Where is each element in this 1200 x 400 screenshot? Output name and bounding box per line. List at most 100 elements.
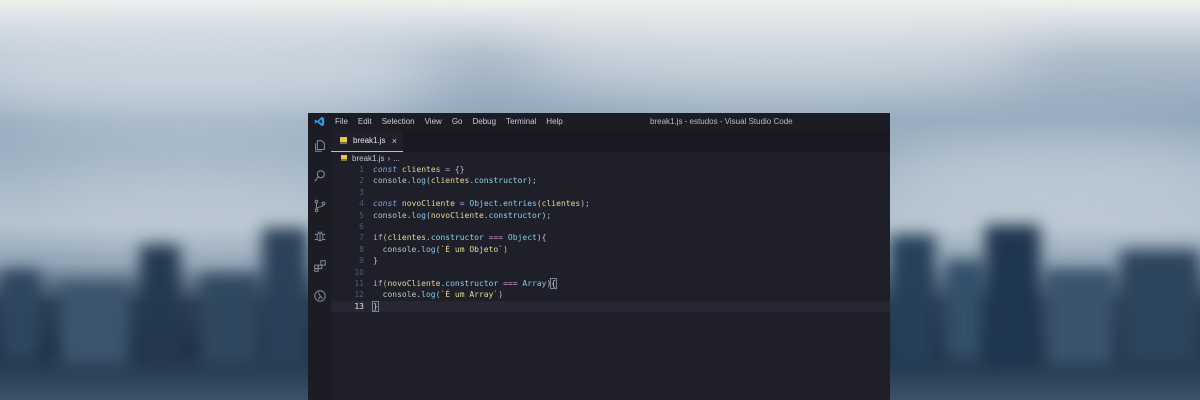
menu-edit[interactable]: Edit — [353, 117, 377, 126]
code-token: Object — [469, 199, 499, 209]
line-number: 13 — [354, 301, 364, 311]
menu-bar: File Edit Selection View Go Debug Termin… — [330, 117, 568, 126]
activity-bar — [308, 130, 331, 400]
line-number: 9 — [359, 256, 364, 266]
code-token: novoCliente — [401, 199, 455, 209]
code-line[interactable]: 5 console.log(novoCliente.constructor); — [331, 210, 890, 221]
line-code: console.log(clientes.constructor); — [373, 175, 537, 186]
code-line[interactable]: 7 if(clientes.constructor === Object){ — [331, 232, 890, 243]
code-token: ) — [503, 244, 508, 254]
code-token: ) — [498, 290, 504, 300]
code-token: `É um Objeto` — [440, 244, 504, 254]
menu-terminal[interactable]: Terminal — [501, 117, 541, 126]
menu-help[interactable]: Help — [541, 117, 567, 126]
code-token: constructor — [445, 279, 499, 288]
source-control-icon[interactable] — [311, 197, 328, 214]
line-number: 2 — [359, 176, 364, 186]
code-token: log — [411, 210, 426, 220]
line-number: 11 — [354, 279, 364, 288]
line-code: const clientes = {} — [373, 164, 465, 175]
code-token: constructor — [488, 210, 542, 220]
code-token: console. — [373, 290, 422, 300]
code-token: ); — [527, 176, 537, 186]
code-line[interactable]: 13} — [331, 300, 890, 313]
menu-debug[interactable]: Debug — [467, 117, 501, 126]
line-code: } — [373, 255, 378, 266]
code-token: log — [421, 244, 436, 254]
menu-view[interactable]: View — [420, 117, 447, 126]
breadcrumb-file[interactable]: break1.js — [352, 154, 384, 163]
code-token: log — [421, 290, 436, 300]
tab-break1-js[interactable]: break1.js × — [331, 130, 403, 152]
code-token: novoCliente — [387, 279, 441, 288]
line-number: 5 — [359, 210, 364, 220]
title-bar: File Edit Selection View Go Debug Termin… — [308, 113, 890, 130]
code-token: console. — [373, 176, 412, 186]
line-code: if(clientes.constructor === Object){ — [373, 232, 546, 243]
text-cursor — [377, 301, 379, 312]
code-token: { — [550, 278, 558, 289]
window-title: break1.js - estudos - Visual Studio Code — [650, 117, 793, 126]
menu-go[interactable]: Go — [447, 117, 468, 126]
code-line[interactable]: 9} — [331, 255, 890, 266]
code-token: ); — [541, 210, 552, 220]
line-code: if(novoCliente.constructor === Array){ — [373, 278, 558, 289]
remote-icon[interactable] — [311, 287, 328, 304]
search-icon[interactable] — [311, 167, 328, 184]
code-token: if — [373, 279, 383, 288]
code-line[interactable]: 4 const novoCliente = Object.entries(clie… — [331, 198, 890, 209]
line-number: 3 — [359, 187, 364, 197]
breadcrumb-more[interactable]: ... — [393, 154, 400, 163]
code-token: entries — [503, 199, 537, 209]
code-line[interactable]: 10 — [331, 267, 890, 278]
code-line[interactable]: 6 — [331, 221, 890, 232]
code-token: console. — [373, 210, 412, 220]
code-line[interactable]: 8 console.log(`É um Objeto`) — [331, 244, 890, 255]
code-token: === — [503, 279, 518, 288]
code-token: Object — [507, 233, 537, 243]
code-token: const — [373, 199, 398, 209]
code-line[interactable]: 1 const clientes = {} — [331, 164, 890, 175]
code-token: ); — [580, 199, 590, 209]
code-token: `É um Array` — [440, 290, 499, 300]
code-line[interactable]: 12 console.log(`É um Array`) — [331, 289, 890, 300]
code-line[interactable]: 2 console.log(clientes.constructor); — [331, 175, 890, 186]
code-token: constructor — [474, 176, 528, 186]
close-tab-icon[interactable]: × — [392, 136, 397, 146]
files-icon[interactable] — [311, 137, 328, 154]
line-number: 8 — [359, 244, 364, 254]
line-number: 6 — [359, 222, 364, 231]
line-code: console.log(novoCliente.constructor); — [373, 210, 551, 221]
code-token: if — [373, 233, 383, 243]
vscode-logo-icon — [308, 113, 330, 130]
code-line[interactable]: 3 — [331, 187, 890, 198]
code-token: clientes — [401, 165, 441, 174]
breadcrumb-separator: › — [387, 153, 391, 163]
code-line[interactable]: 11 if(novoCliente.constructor === Array){ — [331, 278, 890, 289]
extensions-icon[interactable] — [311, 257, 328, 274]
debug-icon[interactable] — [311, 227, 328, 244]
code-editor[interactable]: 1 const clientes = {} 2 console.log(cliente… — [331, 164, 890, 400]
code-token: === — [488, 233, 504, 243]
breadcrumb: break1.js › ... — [341, 152, 400, 164]
code-token: {} — [450, 165, 465, 174]
code-token: clientes — [541, 199, 581, 209]
javascript-file-icon — [340, 137, 347, 144]
line-number: 12 — [354, 290, 364, 300]
code-token: } — [373, 256, 378, 266]
code-token: log — [411, 176, 426, 186]
code-token: clientes — [430, 176, 470, 186]
line-number: 4 — [359, 199, 364, 209]
code-token: console. — [373, 244, 422, 254]
code-token: const — [373, 165, 398, 174]
javascript-file-icon — [341, 155, 348, 161]
line-code: console.log(`É um Objeto`) — [373, 244, 508, 255]
line-code: const novoCliente = Object.entries(clien… — [373, 198, 590, 209]
line-code: console.log(`É um Array`) — [373, 289, 503, 300]
code-token: ){ — [536, 233, 547, 243]
menu-file[interactable]: File — [330, 117, 353, 126]
code-token: constructor — [430, 233, 484, 243]
line-number: 7 — [359, 233, 364, 243]
code-token: Array — [522, 279, 547, 288]
menu-selection[interactable]: Selection — [377, 117, 420, 126]
